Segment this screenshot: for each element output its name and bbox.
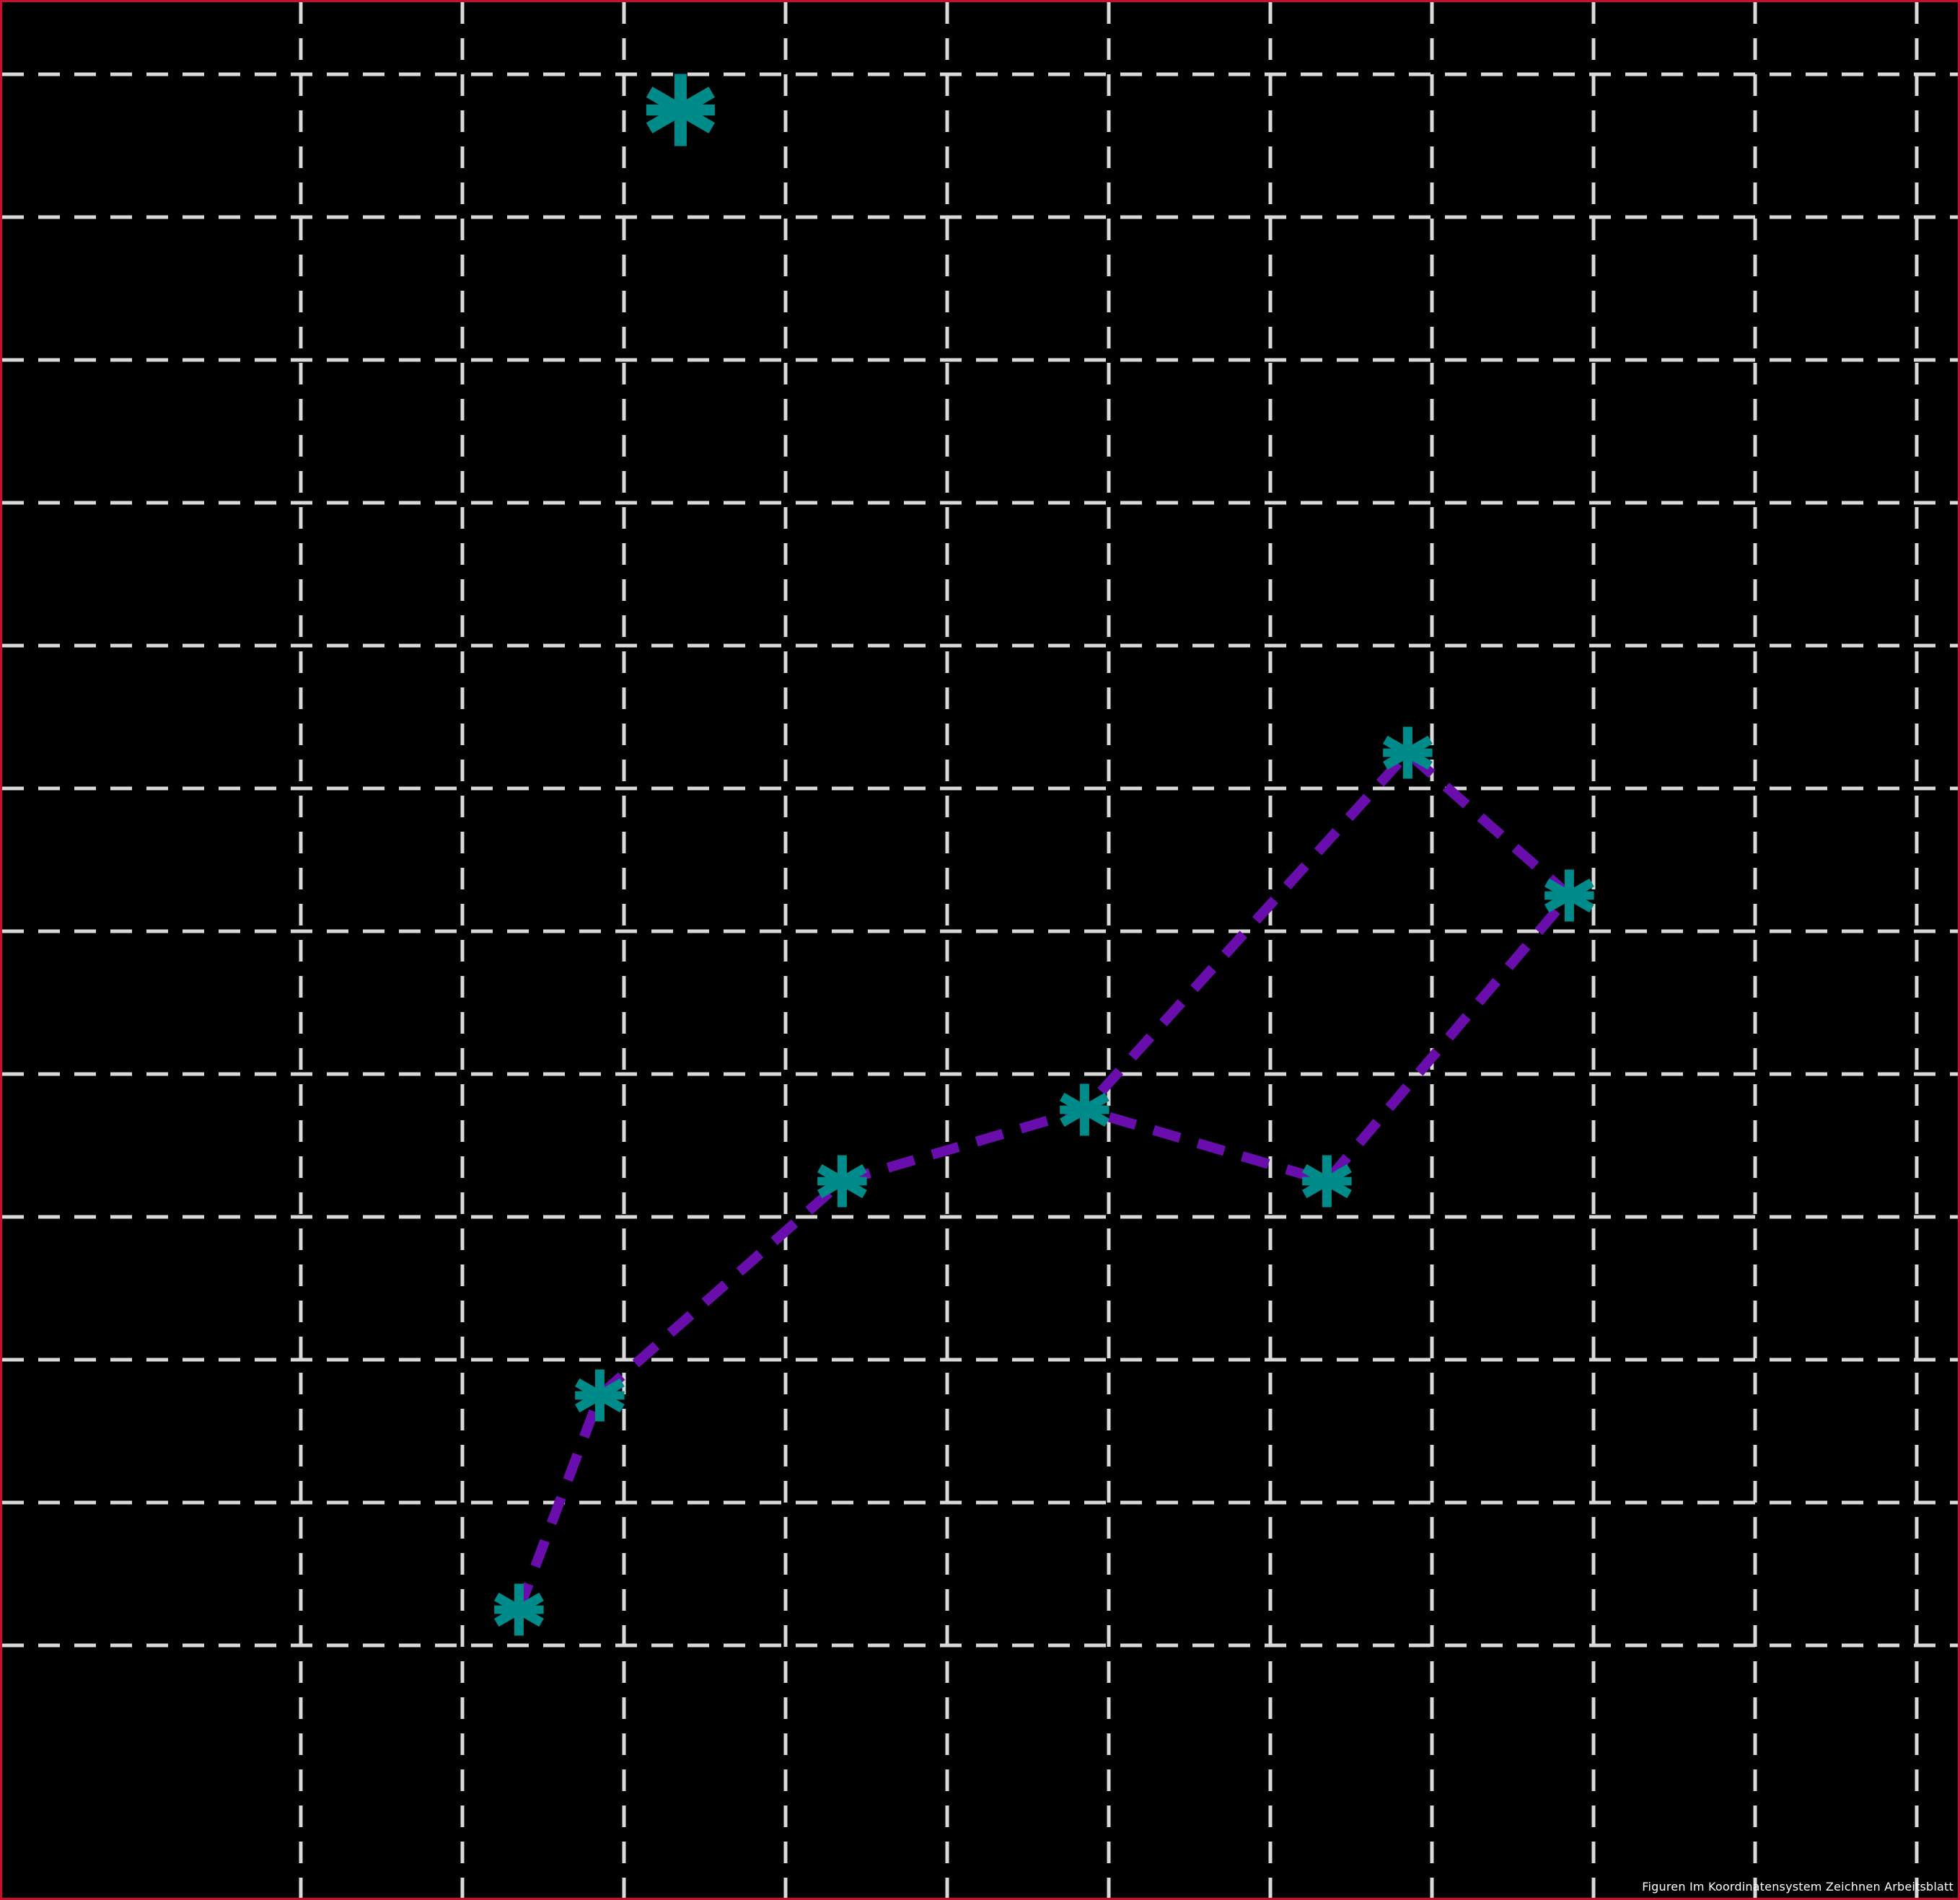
series-line xyxy=(514,747,1575,1611)
data-markers xyxy=(493,74,1594,1636)
data-point xyxy=(493,1583,544,1636)
footer-caption: Figuren Im Koordinatensystem Zeichnen Ar… xyxy=(1642,1880,1954,1894)
data-point xyxy=(646,74,715,146)
line-chart xyxy=(2,2,1958,1898)
grid-lines xyxy=(2,2,1958,1898)
chart-frame: Figuren Im Koordinatensystem Zeichnen Ar… xyxy=(0,0,1960,1900)
series-lines xyxy=(514,747,1575,1611)
